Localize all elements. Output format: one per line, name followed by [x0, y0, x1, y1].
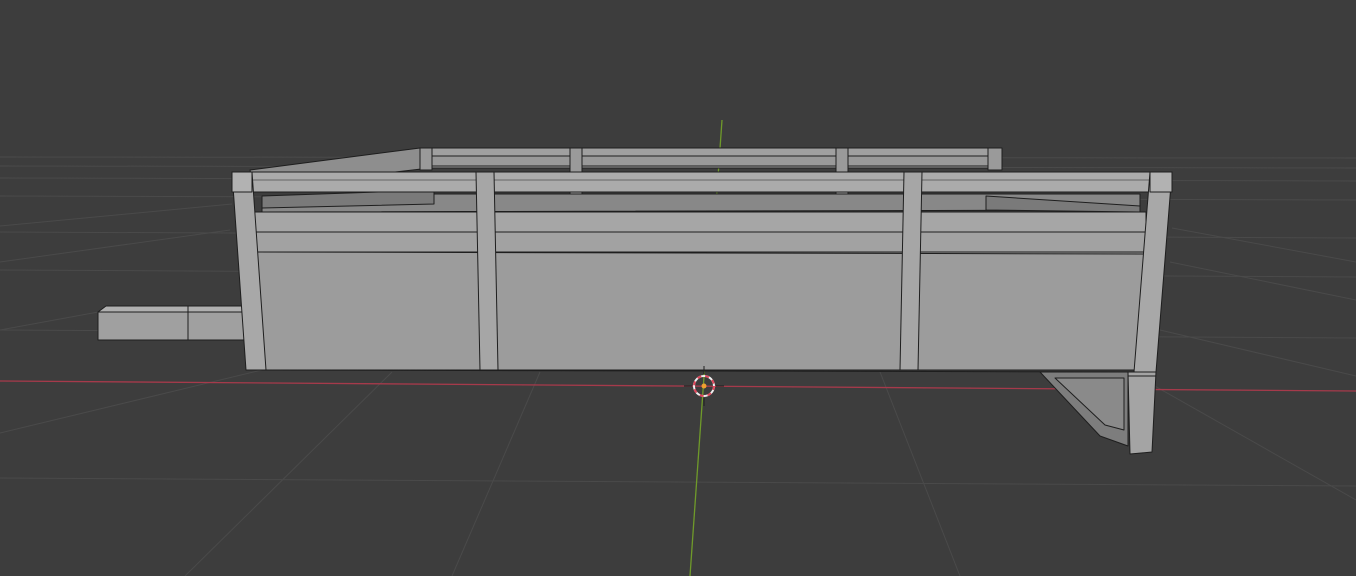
front-side-panel — [247, 211, 1149, 371]
object-origin-dot[interactable] — [701, 383, 707, 389]
left-tongue — [97, 305, 245, 341]
3d-viewport[interactable] — [0, 0, 1356, 576]
front-top-rail — [231, 171, 1173, 193]
bed-floor-interior — [261, 189, 1141, 213]
middle-post-left — [475, 171, 499, 371]
middle-post-right — [899, 171, 923, 371]
viewport-canvas[interactable] — [0, 0, 1356, 576]
right-support-leg — [1039, 371, 1157, 455]
truck-bed-mesh[interactable] — [97, 147, 1173, 455]
